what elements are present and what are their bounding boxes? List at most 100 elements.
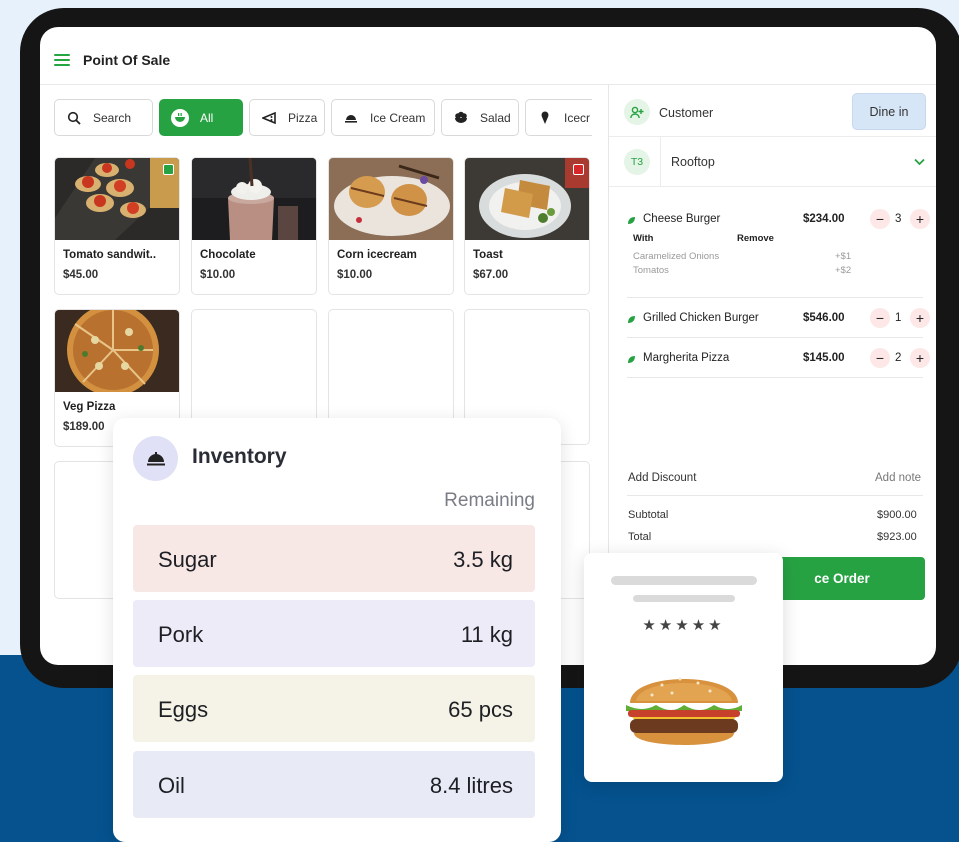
category-label: Pizza bbox=[288, 110, 318, 125]
item-price: $145.00 bbox=[803, 352, 845, 364]
category-label: Salad bbox=[480, 110, 511, 125]
category-label: Icecr bbox=[564, 110, 591, 125]
category-tab-ice-cream[interactable]: Ice Cream bbox=[331, 99, 435, 136]
inventory-title: Inventory bbox=[192, 445, 287, 468]
product-name: Chocolate bbox=[200, 249, 256, 261]
decrease-qty-button[interactable]: − bbox=[870, 348, 890, 368]
placeholder-line bbox=[633, 595, 735, 602]
increase-qty-button[interactable]: + bbox=[910, 308, 930, 328]
burger-image bbox=[626, 677, 742, 745]
total-label: Total bbox=[628, 531, 652, 543]
app-header: Point Of Sale bbox=[40, 27, 936, 85]
customer-row[interactable]: Customer Dine in bbox=[609, 85, 936, 137]
inventory-remaining: 8.4 litres bbox=[429, 773, 513, 798]
corn-icecream-image bbox=[329, 158, 453, 240]
product-tile-chocolate[interactable]: Chocolate $10.00 bbox=[191, 157, 317, 295]
cloche-icon bbox=[133, 436, 178, 481]
search-icon bbox=[66, 110, 82, 126]
inventory-card: Inventory Remaining Sugar 3.5 kg Pork 11… bbox=[113, 418, 561, 842]
subtotal-label: Subtotal bbox=[628, 509, 669, 521]
category-tab-all[interactable]: All bbox=[159, 99, 243, 136]
add-discount-link[interactable]: Add Discount bbox=[628, 472, 696, 484]
category-tab-icecream[interactable]: Icecr bbox=[525, 99, 592, 136]
divider bbox=[660, 137, 661, 187]
hamburger-menu-icon[interactable] bbox=[54, 54, 70, 66]
inventory-remaining: 11 kg bbox=[460, 622, 513, 647]
product-name: Toast bbox=[473, 249, 503, 261]
inventory-row: Oil 8.4 litres bbox=[133, 751, 535, 818]
veg-indicator-icon bbox=[163, 164, 174, 175]
divider bbox=[627, 495, 923, 496]
inventory-row: Sugar 3.5 kg bbox=[133, 525, 535, 592]
divider bbox=[627, 337, 923, 338]
with-label: With bbox=[633, 233, 654, 244]
category-tab-salad[interactable]: Salad bbox=[441, 99, 519, 136]
placeholder-line bbox=[611, 576, 757, 585]
salad-icon bbox=[453, 110, 469, 126]
item-qty: 1 bbox=[895, 312, 902, 324]
inventory-item: Pork bbox=[158, 622, 204, 647]
item-price: $546.00 bbox=[803, 312, 845, 324]
category-label: Search bbox=[93, 110, 132, 125]
decrease-qty-button[interactable]: − bbox=[870, 308, 890, 328]
add-note-link[interactable]: Add note bbox=[875, 472, 921, 484]
subtotal-value: $900.00 bbox=[877, 509, 917, 521]
leaf-icon bbox=[627, 315, 636, 327]
star-rating: ★★★★★ bbox=[642, 617, 725, 634]
review-card: ★★★★★ bbox=[584, 553, 783, 782]
product-tile-tomato-sandwich[interactable]: Tomato sandwit.. $45.00 bbox=[54, 157, 180, 295]
table-code-badge: T3 bbox=[624, 149, 650, 175]
product-price: $10.00 bbox=[200, 269, 236, 281]
tomato-sandwich-image bbox=[55, 158, 179, 240]
leaf-icon bbox=[627, 355, 636, 367]
nonveg-indicator-icon bbox=[573, 164, 584, 175]
veg-pizza-image bbox=[55, 310, 179, 392]
increase-qty-button[interactable]: + bbox=[910, 209, 930, 229]
table-selector[interactable]: T3 Rooftop bbox=[609, 137, 936, 187]
inventory-item: Sugar bbox=[158, 547, 217, 572]
place-order-button[interactable]: ce Order bbox=[759, 557, 925, 600]
category-label: All bbox=[200, 110, 214, 125]
product-name: Tomato sandwit.. bbox=[63, 249, 157, 261]
product-price: $67.00 bbox=[473, 269, 509, 281]
search-button[interactable]: Search bbox=[54, 99, 153, 136]
item-name: Margherita Pizza bbox=[643, 352, 730, 364]
inventory-item: Oil bbox=[158, 773, 185, 798]
remove-label[interactable]: Remove bbox=[737, 233, 774, 244]
product-name: Veg Pizza bbox=[63, 401, 116, 413]
total-value: $923.00 bbox=[877, 531, 917, 543]
modifier-price: +$2 bbox=[835, 265, 852, 276]
toast-image bbox=[465, 158, 589, 240]
pizza-icon bbox=[261, 110, 277, 126]
category-bar: Search All Pizza Ice Cream Salad Icecr bbox=[54, 99, 592, 137]
category-tab-pizza[interactable]: Pizza bbox=[249, 99, 325, 136]
divider bbox=[627, 297, 923, 298]
item-price: $234.00 bbox=[803, 213, 845, 225]
modifier-name: Caramelized Onions bbox=[633, 251, 720, 262]
modifier-name: Tomatos bbox=[633, 265, 669, 276]
add-customer-icon[interactable] bbox=[624, 99, 650, 125]
product-name: Corn icecream bbox=[337, 249, 417, 261]
product-tile-corn-icecream[interactable]: Corn icecream $10.00 bbox=[328, 157, 454, 295]
chocolate-drink-image bbox=[192, 158, 316, 240]
remaining-column-label: Remaining bbox=[444, 490, 535, 511]
decrease-qty-button[interactable]: − bbox=[870, 209, 890, 229]
inventory-remaining: 65 pcs bbox=[448, 697, 513, 722]
item-qty: 2 bbox=[895, 352, 902, 364]
item-name: Cheese Burger bbox=[643, 213, 721, 225]
leaf-icon bbox=[627, 216, 636, 228]
product-price: $10.00 bbox=[337, 269, 373, 281]
increase-qty-button[interactable]: + bbox=[910, 348, 930, 368]
inventory-row: Eggs 65 pcs bbox=[133, 675, 535, 742]
product-tile-toast[interactable]: Toast $67.00 bbox=[464, 157, 590, 295]
divider bbox=[627, 377, 923, 378]
chevron-down-icon[interactable] bbox=[914, 155, 925, 169]
product-price: $189.00 bbox=[63, 421, 105, 433]
dine-in-button[interactable]: Dine in bbox=[852, 93, 926, 130]
product-price: $45.00 bbox=[63, 269, 99, 281]
inventory-row: Pork 11 kg bbox=[133, 600, 535, 667]
icecream-icon bbox=[537, 110, 553, 126]
bowl-icon bbox=[171, 108, 189, 127]
item-qty: 3 bbox=[895, 213, 902, 225]
customer-label: Customer bbox=[659, 106, 714, 120]
